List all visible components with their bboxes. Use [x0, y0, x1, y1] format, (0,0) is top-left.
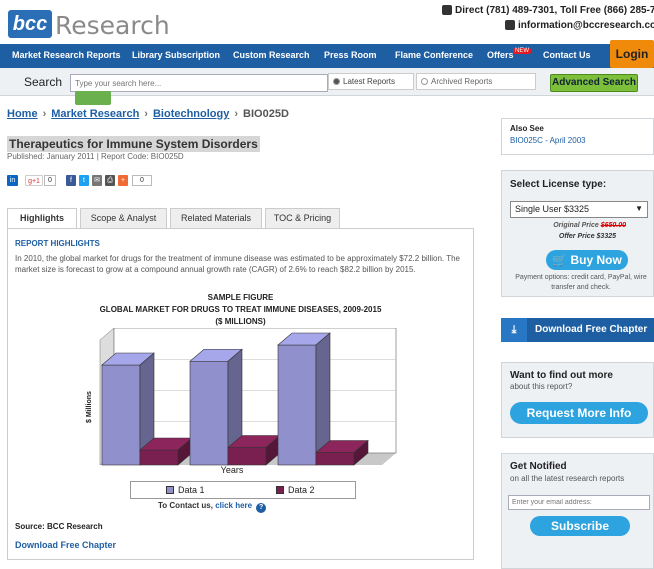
- breadcrumb-separator: ›: [234, 108, 239, 120]
- get-notified-heading: Get Notified: [510, 461, 567, 472]
- legend-swatch: [276, 486, 284, 494]
- breadcrumb: Home › Market Research › Biotechnology › BIO02…: [7, 108, 289, 120]
- figure-title: GLOBAL MARKET FOR DRUGS TO TREAT IMMUNE …: [99, 305, 382, 314]
- logo[interactable]: bcc: [8, 10, 52, 38]
- also-see-link[interactable]: BIO025C - April 2003: [510, 136, 586, 145]
- nav-custom-research[interactable]: Custom Research: [233, 50, 310, 60]
- radio-dot-icon: [333, 78, 340, 85]
- get-notified-subtext: on all the latest research reports: [510, 474, 625, 483]
- download-chapter-label: Download Free Chapter: [535, 324, 648, 335]
- email-field[interactable]: [508, 495, 650, 510]
- license-heading: Select License type:: [510, 179, 607, 190]
- report-highlights-text: In 2010, the global market for drugs for…: [15, 254, 460, 274]
- legend-label: Data 2: [288, 485, 315, 495]
- nav-press-room[interactable]: Press Room: [324, 50, 377, 60]
- tab-toc-pricing[interactable]: TOC & Pricing: [265, 208, 340, 228]
- tab-related-materials[interactable]: Related Materials: [170, 208, 262, 228]
- radio-archived-label: Archived Reports: [431, 77, 493, 86]
- also-see-heading: Also See: [510, 124, 544, 133]
- figure-label: SAMPLE FIGURE: [207, 293, 274, 302]
- buy-now-button[interactable]: 🛒 Buy Now: [546, 250, 628, 270]
- search-input[interactable]: [70, 74, 328, 92]
- radio-latest-reports[interactable]: Latest Reports: [328, 73, 414, 90]
- email-text[interactable]: information@bccresearch.com: [518, 20, 654, 31]
- tab-scope-analyst[interactable]: Scope & Analyst: [80, 208, 167, 228]
- email-share-icon[interactable]: ✉: [92, 175, 102, 186]
- nav-offers[interactable]: Offers: [487, 50, 514, 60]
- breadcrumb-biotechnology[interactable]: Biotechnology: [153, 108, 229, 120]
- want-more-subtext: about this report?: [510, 382, 573, 391]
- chart-y-label: $ Millions: [86, 391, 93, 423]
- subscribe-button[interactable]: Subscribe: [530, 516, 630, 536]
- breadcrumb-separator: ›: [42, 108, 47, 120]
- want-more-heading: Want to find out more: [510, 370, 613, 381]
- publication-info: Published: January 2011 | Report Code: B…: [7, 152, 184, 161]
- linkedin-icon[interactable]: in: [7, 175, 18, 186]
- help-icon[interactable]: ?: [256, 503, 267, 513]
- print-icon[interactable]: ⎙: [105, 175, 115, 186]
- search-button[interactable]: [75, 91, 111, 105]
- new-badge: NEW: [513, 48, 531, 54]
- nav-contact-us[interactable]: Contact Us: [543, 50, 591, 60]
- email-icon: [505, 20, 515, 31]
- chart-x-label: Years: [221, 465, 244, 475]
- nav-flame-conference[interactable]: Flame Conference: [395, 50, 473, 60]
- contact-us-prefix: To Contact us,: [158, 501, 216, 510]
- payment-options: Payment options: credit card, PayPal, wi…: [515, 274, 647, 291]
- search-label: Search: [24, 75, 63, 89]
- nav-market-research[interactable]: Market Research Reports: [12, 50, 121, 60]
- radio-latest-label: Latest Reports: [343, 77, 396, 86]
- tab-highlights[interactable]: Highlights: [7, 208, 77, 229]
- breadcrumb-current: BIO025D: [243, 108, 289, 120]
- facebook-icon[interactable]: f: [66, 175, 76, 186]
- twitter-icon[interactable]: t: [79, 175, 89, 186]
- legend-item-data-2: Data 2: [276, 485, 315, 495]
- figure-units: ($ MILLIONS): [215, 317, 266, 326]
- google-plus-count: 0: [44, 175, 56, 186]
- chart-bar: [277, 332, 331, 466]
- buy-now-label: Buy Now: [570, 253, 622, 267]
- offer-price: Offer Price $3325: [558, 233, 616, 240]
- contact-email[interactable]: information@bccresearch.com: [505, 20, 654, 31]
- nav-library-subscription[interactable]: Library Subscription: [132, 50, 220, 60]
- original-price-value: $650.00: [600, 222, 626, 229]
- legend-label: Data 1: [178, 485, 205, 495]
- download-icon: ⤓: [501, 318, 527, 342]
- original-price: Original Price $650.00: [510, 222, 626, 229]
- download-free-chapter-link[interactable]: Download Free Chapter: [15, 540, 116, 550]
- download-chapter-button[interactable]: ⤓ Download Free Chapter: [501, 318, 654, 342]
- advanced-search-button[interactable]: Advanced Search: [550, 74, 638, 92]
- chart-source: Source: BCC Research: [15, 522, 103, 531]
- share-count: 0: [132, 175, 152, 186]
- report-highlights-heading: REPORT HIGHLIGHTS: [15, 239, 100, 248]
- contact-phone: Direct (781) 489-7301, Toll Free (866) 2…: [442, 5, 654, 16]
- cart-icon: 🛒: [552, 253, 571, 267]
- request-more-info-button[interactable]: Request More Info: [510, 402, 648, 424]
- chevron-down-icon: ▼: [635, 204, 643, 213]
- addthis-icon[interactable]: +: [118, 175, 128, 186]
- legend-item-data-1: Data 1: [166, 485, 205, 495]
- phone-text: Direct (781) 489-7301, Toll Free (866) 2…: [455, 5, 654, 16]
- original-price-label: Original Price: [553, 222, 601, 229]
- breadcrumb-market-research[interactable]: Market Research: [51, 108, 139, 120]
- license-selected-value: Single User $3325: [515, 204, 590, 214]
- login-button[interactable]: Login: [610, 40, 654, 68]
- contact-us-line: To Contact us, click here?: [158, 501, 267, 513]
- sample-chart: $ Millions Years: [86, 328, 397, 475]
- radio-archived-reports[interactable]: Archived Reports: [416, 73, 536, 90]
- page-title: Therapeutics for Immune System Disorders: [7, 136, 260, 152]
- contact-us-link[interactable]: click here: [215, 501, 252, 510]
- license-select[interactable]: Single User $3325 ▼: [510, 201, 648, 218]
- main-nav: Market Research Reports Library Subscrip…: [0, 44, 654, 68]
- logo-text: Research: [55, 11, 170, 40]
- chart-legend: Data 1 Data 2: [130, 481, 356, 499]
- google-plus-icon[interactable]: g+1: [25, 175, 43, 186]
- legend-swatch: [166, 486, 174, 494]
- breadcrumb-home[interactable]: Home: [7, 108, 38, 120]
- breadcrumb-separator: ›: [144, 108, 148, 120]
- radio-dot-icon: [421, 78, 428, 85]
- phone-icon: [442, 5, 452, 16]
